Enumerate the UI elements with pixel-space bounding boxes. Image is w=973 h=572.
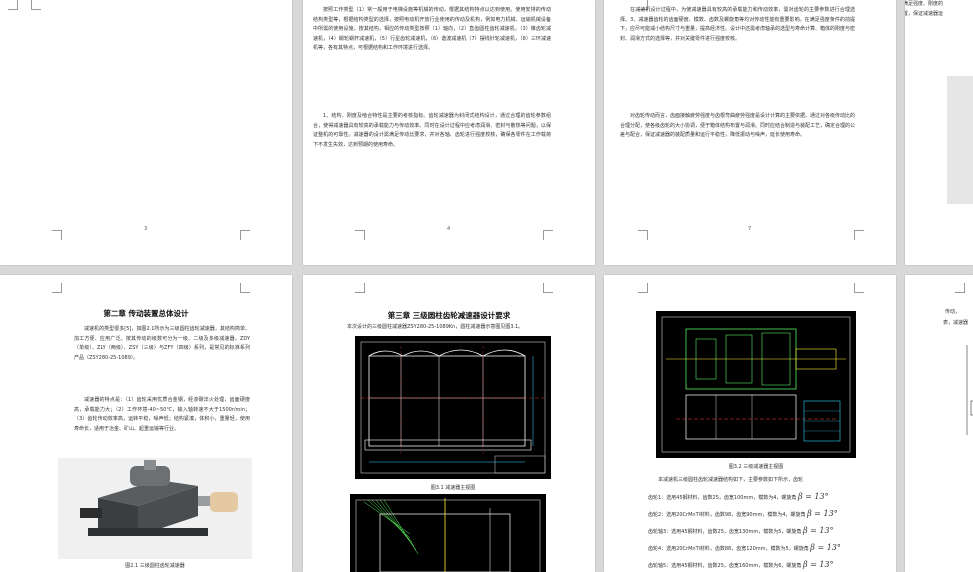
- paragraph: 对齿轮传动而言，齿面接触疲劳强度与齿根弯曲疲劳强度是设计计算的主要依据。通过对各…: [620, 113, 855, 139]
- gear-spec-row: 齿轮2：选用20CrMnTi材料，齿数98，齿宽90mm，模数为4，螺旋角 β …: [648, 509, 838, 518]
- page-thumbnail-4[interactable]: 关于齿轮减速器传动装置的设计，箱体的结构需要满足强度、刚度的要求，同时便于加工与…: [905, 0, 973, 265]
- gear-spec-text: 齿轮轴3：选用45钢材料，齿数25，齿宽130mm，模数为5，螺旋角: [648, 529, 802, 535]
- crop-mark: [543, 230, 553, 240]
- crop-mark: [543, 283, 553, 293]
- paragraph: 减速机的类型很多[5]，如图2.1所示为三级圆柱齿轮减速器，其结构简单、加工方便…: [74, 326, 250, 361]
- gear-spec-text: 齿轮2：选用20CrMnTi材料，齿数98，齿宽90mm，模数为4，螺旋角: [648, 512, 806, 518]
- paragraph: 按照工作类型（1）常一般用于电梯设施等机械的传动，根据其结构特点以达到使用。使用…: [313, 7, 551, 52]
- crop-mark: [854, 283, 864, 293]
- paragraph: 关于齿轮减速器传动装置的设计，箱体的结构需要满足强度、刚度的要求，同时便于加工与…: [905, 1, 943, 17]
- cad-drawing: [656, 311, 856, 458]
- page-thumbnail-6[interactable]: 第三章 三级圆柱齿轮减速器设计要求 本次设计的三级圆柱减速器ZSY280-25-…: [303, 275, 595, 572]
- helix-angle: β = 13°: [802, 560, 834, 569]
- page-number: 3: [144, 226, 148, 232]
- page-thumbnail-1[interactable]: 3: [0, 0, 292, 265]
- gear-spec-row: 齿轮轴5：选用45钢材料，齿数25，齿宽160mm，模数为6，螺旋角 β = 1…: [648, 560, 834, 569]
- gear-spec-text: 齿轮轴5：选用45钢材料，齿数25，齿宽160mm，模数为6，螺旋角: [648, 563, 802, 569]
- crop-mark: [8, 0, 18, 10]
- crop-mark: [355, 283, 365, 293]
- chapter-title: 第三章 三级圆柱齿轮减速器设计要求: [387, 311, 511, 320]
- gear-spec-row: 齿轮轴3：选用45钢材料，齿数25，齿宽130mm，模数为5，螺旋角 β = 1…: [648, 526, 834, 535]
- crop-mark: [52, 230, 62, 240]
- paragraph: 减速器的特点是：（1）齿轮采用优质合金钢，经渗碳淬火处理，齿面硬度高，承载能力大…: [74, 397, 250, 432]
- cad-drawing: [355, 336, 551, 479]
- crop-mark: [240, 230, 250, 240]
- page-thumbnail-7[interactable]: 图3.2 三级减速器主视图 本减速机三级圆柱齿轮减速器结构如下，主要参数如下所示…: [604, 275, 896, 572]
- gear-spec-row: 齿轮4：选用20CrMnTi材料，齿数88，齿宽120mm，模数为5，螺旋角 β…: [648, 543, 841, 552]
- helix-angle: β = 13°: [810, 543, 841, 552]
- text-line: 传动，: [945, 309, 961, 315]
- crop-mark: [240, 283, 250, 293]
- cad-drawing-edge: [966, 345, 973, 435]
- crop-mark: [52, 283, 62, 293]
- page-number: 7: [748, 226, 752, 232]
- paragraph: 本减速机三级圆柱齿轮减速器结构如下，主要参数如下所示，齿轮: [658, 477, 804, 483]
- crop-mark: [638, 283, 648, 293]
- cad-drawing-section: [350, 494, 546, 572]
- crop-mark: [638, 230, 648, 240]
- figure-caption: 图2.1 三级圆柱齿轮减速器: [125, 563, 185, 569]
- cad-drawing-assembly: [656, 311, 856, 458]
- cad-drawing: [350, 494, 546, 572]
- chapter-title: 第二章 传动装置总体设计: [103, 309, 189, 318]
- gearbox-render: [58, 458, 252, 559]
- gear-spec-row: 齿轮1：选用45钢材料，齿数25，齿宽100mm，模数为4，螺旋角 β = 13…: [648, 492, 829, 501]
- text-line: 表，减速器: [943, 320, 969, 326]
- figure-caption: 图3.1 减速器主视图: [430, 485, 476, 491]
- page-thumbnail-3[interactable]: 在减速机设计过程中，为使减速器具有较高的承载能力和传动效率，需对齿轮的主要参数进…: [604, 0, 896, 265]
- crop-mark: [31, 0, 41, 10]
- helix-angle: β = 13°: [807, 509, 838, 518]
- render-image: [947, 76, 973, 204]
- page-thumbnail-8[interactable]: 传动， 表，减速器: [905, 275, 973, 572]
- helix-angle: β = 13°: [802, 526, 834, 535]
- paragraph: 本次设计的三级圆柱减速器ZSY280-25-1089Kn，圆柱减速器示意图见图3…: [347, 324, 524, 330]
- crop-mark: [854, 230, 864, 240]
- figure-caption: 图3.2 三级减速器主视图: [728, 464, 784, 470]
- page-thumbnail-5[interactable]: 第二章 传动装置总体设计 减速机的类型很多[5]，如图2.1所示为三级圆柱齿轮减…: [0, 275, 292, 572]
- gearbox-render-image: [58, 458, 252, 559]
- page-thumbnail-2[interactable]: 按照工作类型（1）常一般用于电梯设施等机械的传动，根据其结构特点以达到使用。使用…: [303, 0, 595, 265]
- paragraph: 1、结构、刚度及啮合特性是主要的考核指标。齿轮减速器为封闭式结构设计，通过合理的…: [313, 113, 551, 148]
- gear-spec-text: 齿轮1：选用45钢材料，齿数25，齿宽100mm，模数为4，螺旋角: [648, 495, 797, 501]
- crop-mark: [355, 230, 365, 240]
- page-number: 4: [447, 226, 451, 232]
- cad-drawing-front-view: [355, 336, 551, 479]
- crop-mark: [955, 283, 965, 293]
- helix-angle: β = 13°: [797, 492, 829, 501]
- gear-spec-text: 齿轮4：选用20CrMnTi材料，齿数88，齿宽120mm，模数为5，螺旋角: [648, 546, 809, 552]
- paragraph: 在减速机设计过程中，为使减速器具有较高的承载能力和传动效率，需对齿轮的主要参数进…: [620, 7, 855, 42]
